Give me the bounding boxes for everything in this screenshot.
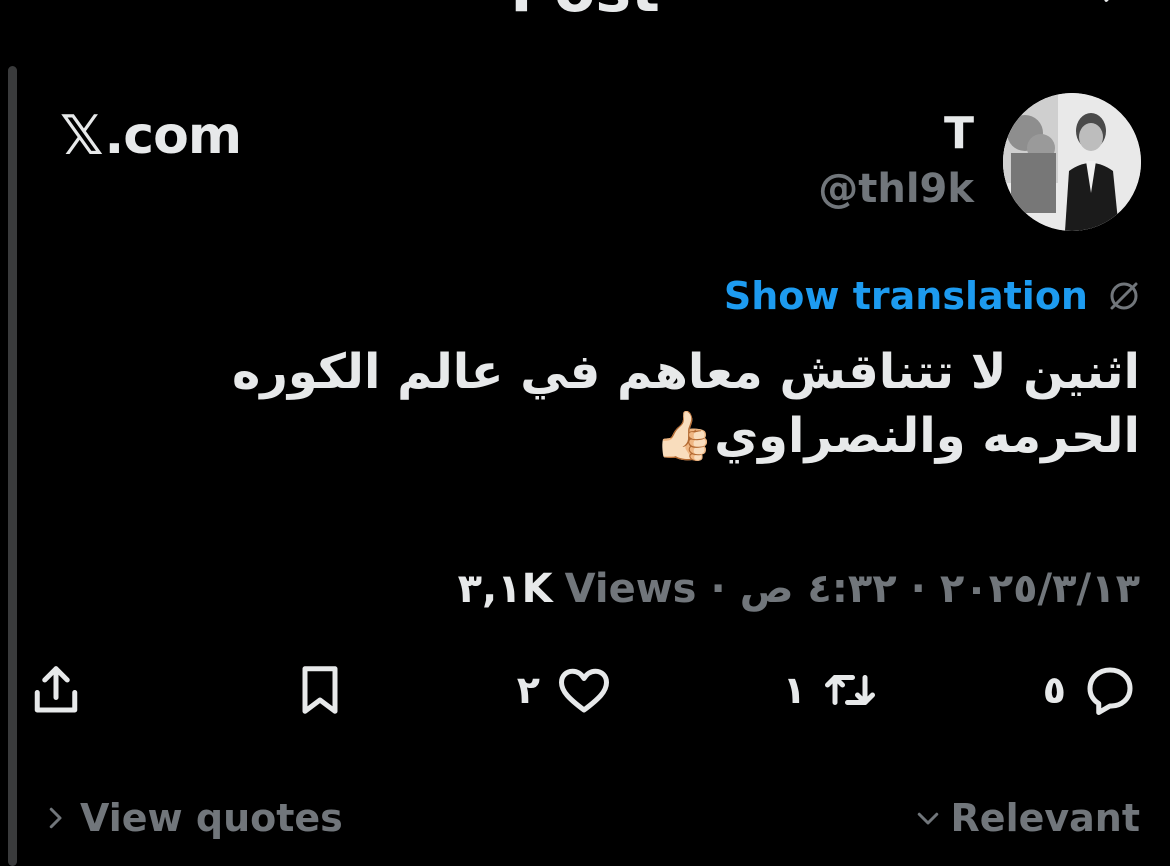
post-text: اثنين لا تتناقش معاهم في عالم الكوره الح… <box>231 344 1140 464</box>
meta-separator: · <box>710 566 726 612</box>
sort-label: Relevant <box>950 796 1140 840</box>
author-name[interactable]: T <box>944 108 974 159</box>
repost-icon <box>825 675 875 705</box>
share-icon <box>34 666 78 713</box>
like-count: ٢ <box>516 668 540 712</box>
brand-domain-text: .com <box>104 105 242 166</box>
post-footer: View quotes Relevant <box>0 796 1170 852</box>
heart-icon <box>559 668 609 713</box>
bookmark-button[interactable] <box>290 660 350 720</box>
sort-dropdown[interactable]: Relevant <box>913 796 1140 840</box>
share-button[interactable] <box>26 660 86 720</box>
translation-row[interactable]: Show translation <box>724 274 1142 318</box>
avatar-photo <box>1003 93 1141 231</box>
meta-separator: · <box>910 566 926 612</box>
reply-count: ٥ <box>1042 668 1066 712</box>
page-title: Post <box>0 0 1170 26</box>
chevron-right-icon <box>49 807 62 829</box>
repost-count: ١ <box>782 668 806 712</box>
chevron-down-icon <box>917 812 938 825</box>
translate-icon <box>1110 282 1138 310</box>
post-date: ٢٠٢٥/٣/١٣ <box>939 566 1140 612</box>
show-translation-link[interactable]: Show translation <box>724 274 1088 318</box>
scrollbar[interactable] <box>8 66 17 866</box>
avatar[interactable] <box>1003 93 1141 231</box>
reply-icon <box>1087 667 1133 715</box>
author-handle[interactable]: @thl9k <box>818 166 974 212</box>
brand-domain[interactable]: 𝕏 .com <box>60 104 242 167</box>
like-button[interactable]: ٢ <box>517 660 614 720</box>
views-count: ٣,١K <box>457 566 553 612</box>
post-meta: ٢٠٢٥/٣/١٣ · ٤:٣٢ ص · ٣,١K Views <box>458 566 1140 612</box>
post-time: ٤:٣٢ ص <box>739 566 897 612</box>
reply-button[interactable]: ٥ <box>1043 660 1140 720</box>
view-quotes-button[interactable]: View quotes <box>40 796 343 840</box>
views-label: Views <box>564 566 697 612</box>
repost-button[interactable]: ١ <box>783 660 880 720</box>
view-quotes-label: View quotes <box>80 796 343 840</box>
action-bar: ٥ ١ ٢ <box>0 660 1170 732</box>
bookmark-icon <box>302 666 338 714</box>
views[interactable]: ٣,١K Views <box>458 566 697 612</box>
chevron-right-icon[interactable] <box>1092 0 1130 8</box>
x-logo-icon: 𝕏 <box>60 104 104 167</box>
